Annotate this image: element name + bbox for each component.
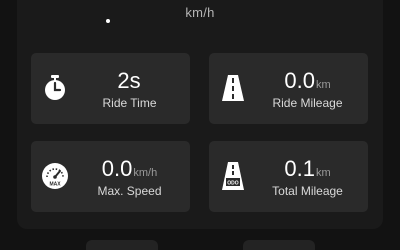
road-icon: [218, 73, 248, 103]
odo-icon-text: ODO: [227, 180, 239, 186]
total-mileage-value: 0.1km: [284, 156, 331, 181]
max-icon-text: MAX: [49, 182, 61, 188]
bottom-right-button[interactable]: [243, 240, 315, 250]
total-mileage-card: ODO 0.1km Total Mileage: [209, 141, 368, 212]
total-mileage-label: Total Mileage: [272, 184, 343, 198]
max-speed-card: MAX 0.0km/h Max. Speed: [31, 141, 190, 212]
ride-time-value: 2s: [117, 68, 141, 93]
max-gauge-icon: MAX: [40, 161, 70, 191]
ride-dashboard-screen: km/h 2s Ride Time 0.0km Ride Mileage MAX…: [0, 0, 400, 250]
ride-mileage-value: 0.0km: [284, 68, 331, 93]
ride-mileage-card: 0.0km Ride Mileage: [209, 53, 368, 124]
ride-time-label: Ride Time: [102, 96, 157, 110]
ride-time-card: 2s Ride Time: [31, 53, 190, 124]
stopwatch-icon: [40, 73, 70, 103]
max-speed-label: Max. Speed: [97, 184, 162, 198]
speed-unit-label: km/h: [185, 5, 215, 20]
odo-road-icon: ODO: [218, 161, 248, 191]
ride-mileage-label: Ride Mileage: [272, 96, 343, 110]
max-speed-value: 0.0km/h: [101, 156, 158, 181]
bottom-left-button[interactable]: [86, 240, 158, 250]
